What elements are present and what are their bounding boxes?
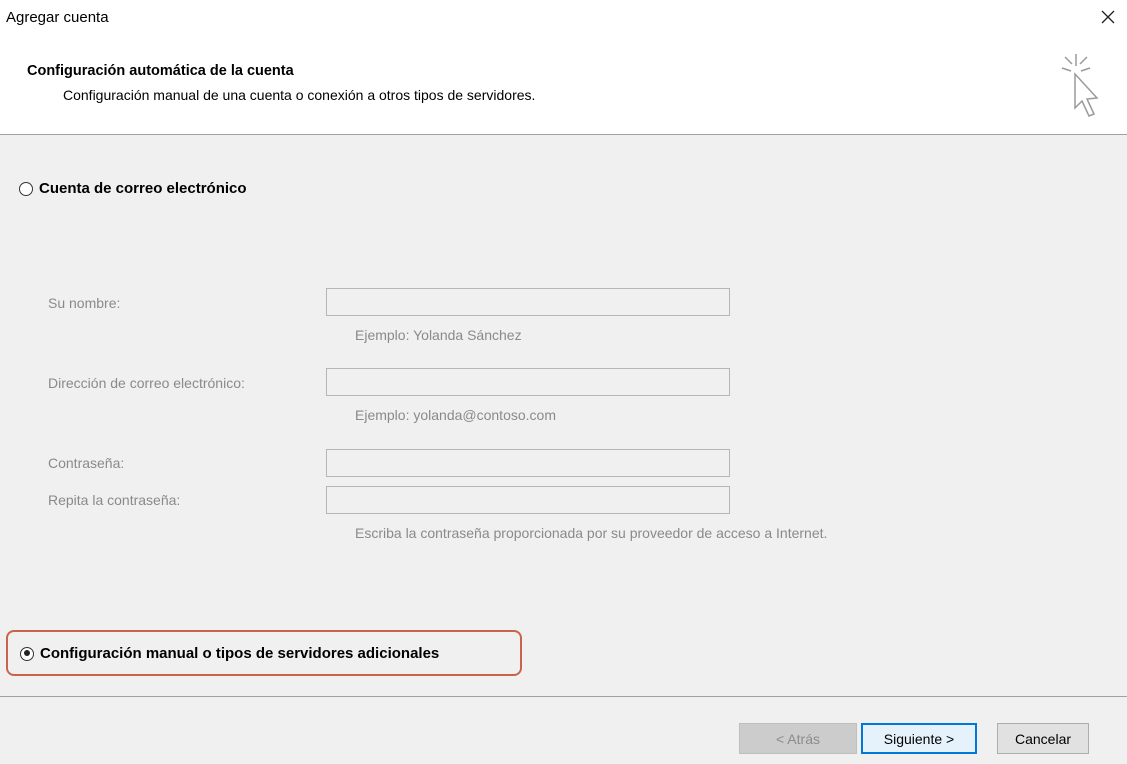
header-subtitle: Configuración manual de una cuenta o con… [63, 87, 536, 103]
radio-manual-setup-control[interactable] [20, 646, 34, 661]
password-hint: Escriba la contraseña proporcionada por … [355, 525, 828, 541]
header-title: Configuración automática de la cuenta [27, 63, 294, 79]
back-button[interactable]: < Atrás [739, 723, 857, 754]
next-button[interactable]: Siguiente > [861, 723, 977, 754]
name-field[interactable] [326, 288, 730, 316]
name-label: Su nombre: [48, 295, 121, 311]
window-title: Agregar cuenta [6, 9, 109, 26]
password-field[interactable] [326, 449, 730, 477]
title-bar: Agregar cuenta [0, 0, 1127, 36]
cursor-click-icon [1058, 52, 1108, 137]
radio-manual-setup[interactable]: Configuración manual o tipos de servidor… [20, 645, 439, 662]
cancel-button[interactable]: Cancelar [997, 723, 1089, 754]
password-repeat-label: Repita la contraseña: [48, 492, 181, 508]
radio-email-account-label: Cuenta de correo electrónico [39, 180, 247, 197]
dialog-header: Configuración automática de la cuenta Co… [0, 36, 1127, 135]
radio-email-account[interactable]: Cuenta de correo electrónico [19, 180, 247, 197]
email-label: Dirección de correo electrónico: [48, 375, 245, 391]
radio-email-account-control[interactable] [19, 181, 33, 196]
email-field[interactable] [326, 368, 730, 396]
password-label: Contraseña: [48, 455, 125, 471]
email-hint: Ejemplo: yolanda@contoso.com [355, 407, 556, 423]
password-repeat-field[interactable] [326, 486, 730, 514]
radio-manual-setup-label: Configuración manual o tipos de servidor… [40, 645, 440, 662]
footer-divider [0, 696, 1127, 697]
name-hint: Ejemplo: Yolanda Sánchez [355, 327, 522, 343]
close-icon[interactable] [1097, 6, 1119, 28]
